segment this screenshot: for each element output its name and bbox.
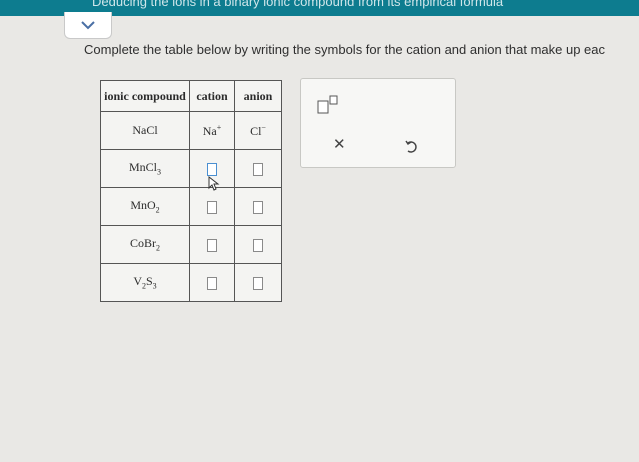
cation-cell bbox=[189, 225, 235, 264]
compound-cell: MnCl3 bbox=[100, 149, 190, 188]
table-row: V2S3 bbox=[100, 263, 282, 302]
formula-subscript: 2 bbox=[155, 205, 160, 215]
anion-input[interactable] bbox=[253, 276, 263, 290]
table-row: MnCl3 bbox=[100, 149, 282, 188]
anion-symbol: Cl bbox=[250, 123, 262, 138]
compound-formula: MnO bbox=[130, 198, 156, 213]
compound-cell: CoBr2 bbox=[100, 225, 190, 264]
close-icon: ✕ bbox=[333, 135, 346, 153]
ions-table: ionic compound cation anion NaCl Na+ Cl−… bbox=[100, 80, 282, 302]
undo-button[interactable] bbox=[405, 139, 419, 160]
instructions-text: Complete the table below by writing the … bbox=[84, 42, 606, 57]
superscript-button[interactable] bbox=[315, 93, 341, 115]
cation-input[interactable] bbox=[207, 276, 217, 290]
anion-charge: − bbox=[261, 122, 266, 132]
table-row: CoBr2 bbox=[100, 225, 282, 264]
compound-formula-a: V bbox=[133, 274, 142, 289]
anion-cell bbox=[234, 149, 282, 188]
compound-formula: NaCl bbox=[132, 123, 158, 137]
anion-cell bbox=[234, 263, 282, 302]
compound-cell: V2S3 bbox=[100, 263, 190, 302]
compound-cell: MnO2 bbox=[100, 187, 190, 226]
answer-tools-panel: ✕ bbox=[300, 78, 456, 168]
header-anion: anion bbox=[234, 80, 282, 112]
anion-cell: Cl− bbox=[234, 111, 282, 150]
formula-subscript: 2 bbox=[156, 243, 160, 253]
undo-icon bbox=[405, 140, 417, 153]
clear-button[interactable]: ✕ bbox=[333, 135, 346, 153]
page-title: Deducing the ions in a binary ionic comp… bbox=[92, 0, 504, 9]
anion-cell bbox=[234, 187, 282, 226]
collapse-button[interactable] bbox=[64, 12, 112, 39]
chevron-down-icon bbox=[81, 21, 95, 30]
cation-cell bbox=[189, 263, 235, 302]
cation-charge: + bbox=[216, 122, 222, 132]
cation-input[interactable] bbox=[207, 238, 217, 252]
compound-formula: MnCl bbox=[128, 160, 157, 175]
cation-cell bbox=[189, 187, 235, 226]
header-ionic-compound: ionic compound bbox=[100, 80, 190, 112]
table-row: NaCl Na+ Cl− bbox=[100, 111, 282, 150]
anion-input[interactable] bbox=[253, 238, 263, 252]
anion-cell bbox=[234, 225, 282, 264]
table-header-row: ionic compound cation anion bbox=[100, 80, 282, 112]
cation-cell: Na+ bbox=[189, 111, 235, 150]
cation-input[interactable] bbox=[207, 200, 217, 214]
anion-input[interactable] bbox=[253, 200, 263, 214]
cation-input[interactable] bbox=[207, 162, 217, 176]
compound-cell: NaCl bbox=[100, 111, 190, 150]
formula-subscript: 3 bbox=[157, 167, 161, 177]
cation-symbol: Na bbox=[202, 123, 217, 138]
mouse-cursor-icon bbox=[208, 176, 220, 191]
superscript-icon bbox=[317, 95, 338, 114]
formula-subscript: 3 bbox=[152, 281, 157, 291]
compound-formula: CoBr bbox=[129, 236, 156, 251]
header-cation: cation bbox=[189, 80, 235, 112]
anion-input[interactable] bbox=[253, 162, 263, 176]
compound-formula-b: S bbox=[145, 274, 153, 289]
table-row: MnO2 bbox=[100, 187, 282, 226]
